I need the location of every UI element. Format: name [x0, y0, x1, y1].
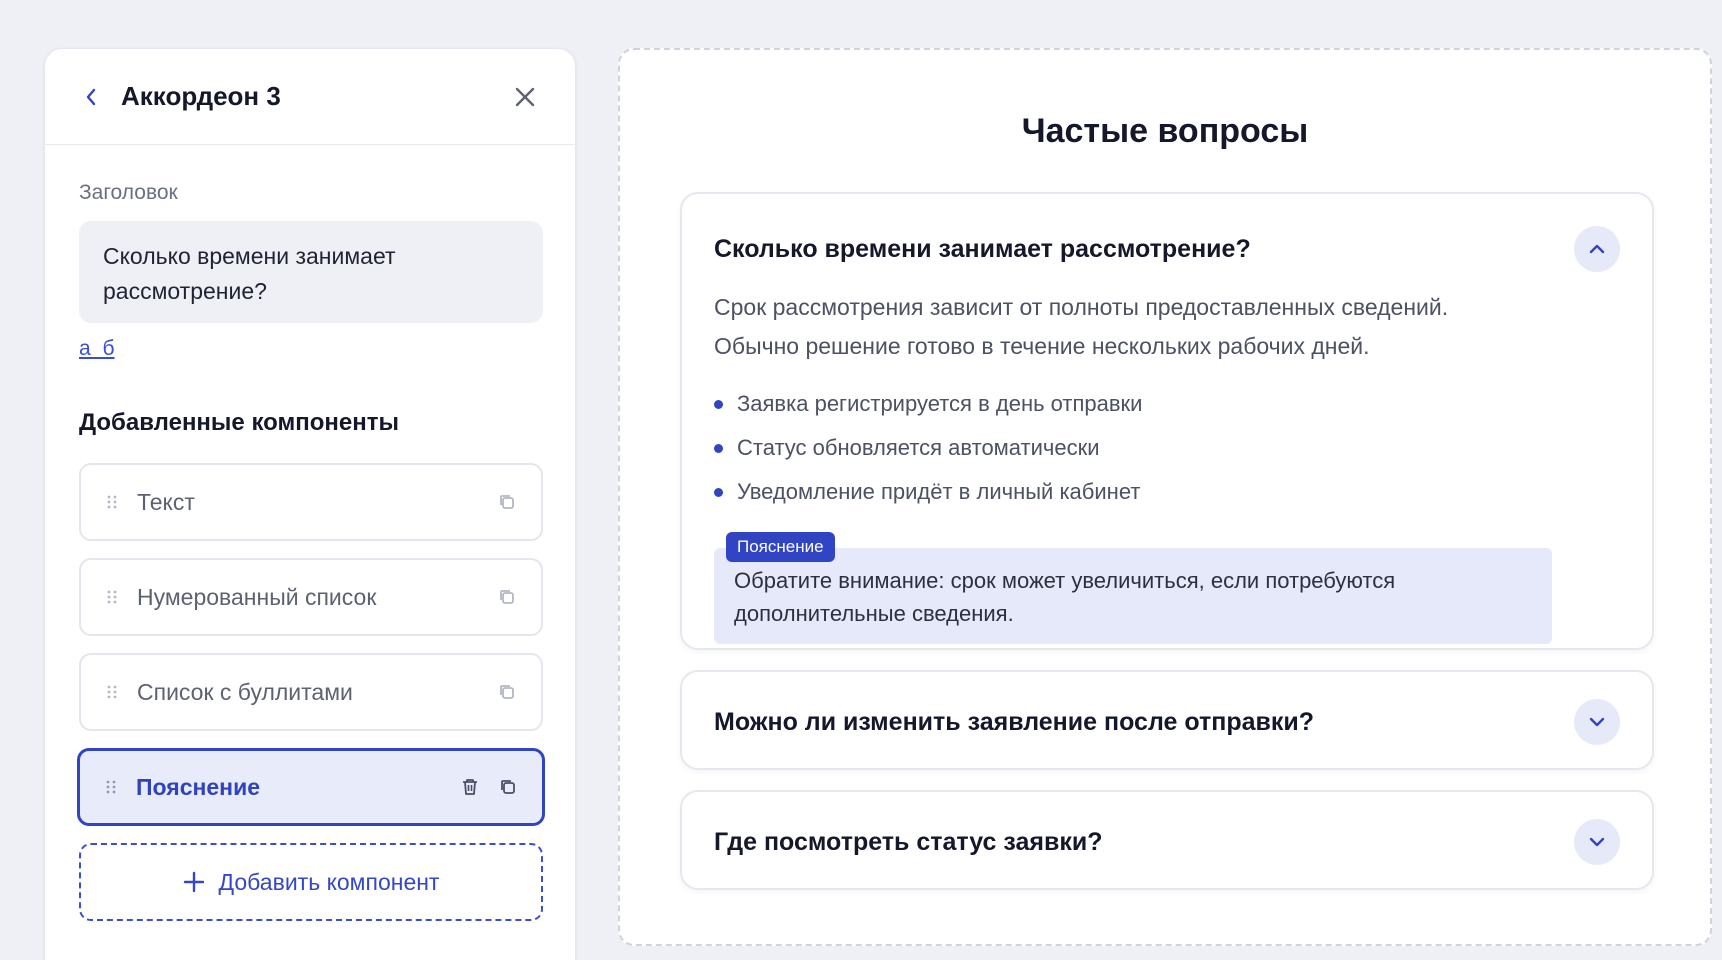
close-icon — [515, 87, 535, 106]
format-link[interactable]: а б — [79, 337, 115, 361]
app-canvas: Аккордеон 3 Заголовок Сколько времени за… — [0, 0, 1722, 960]
component-item-text[interactable]: Текст — [79, 463, 543, 541]
component-label: Список с буллитами — [137, 678, 353, 705]
heading-field-label: Заголовок — [79, 181, 178, 204]
accordion-item[interactable]: Где посмотреть статус заявки? — [680, 790, 1654, 890]
component-label: Пояснение — [136, 773, 260, 800]
bullet-text: Уведомление придёт в личный кабинет — [737, 479, 1141, 504]
add-component-label: Добавить компонент — [218, 868, 440, 895]
back-button[interactable] — [79, 85, 103, 109]
bullet-item: Статус обновляется автоматически — [714, 426, 1620, 470]
bullet-text: Статус обновляется автоматически — [737, 435, 1100, 460]
bullet-dot-icon — [714, 443, 723, 453]
note-block[interactable]: Пояснение Обратите внимание: срок может … — [714, 532, 1552, 644]
editor-body: Заголовок Сколько времени занимает рассм… — [45, 181, 575, 921]
chevron-up-icon — [1589, 244, 1605, 254]
editor-title: Аккордеон 3 — [121, 81, 281, 111]
answer-line: Срок рассмотрения зависит от полноты пре… — [714, 294, 1449, 320]
component-item-numbered-list[interactable]: Нумерованный список — [79, 558, 543, 636]
bullet-item: Уведомление придёт в личный кабинет — [714, 470, 1620, 514]
expand-button[interactable] — [1574, 699, 1620, 745]
accordion-header[interactable]: Сколько времени занимает рассмотрение? — [682, 194, 1652, 302]
heading-input[interactable]: Сколько времени занимает рассмотрение? — [79, 221, 543, 323]
bullet-text: Заявка регистрируется в день отправки — [737, 391, 1143, 416]
accordion-question: Где посмотреть статус заявки? — [714, 827, 1103, 856]
accordion-header[interactable]: Где посмотреть статус заявки? — [682, 792, 1652, 892]
copy-icon[interactable] — [495, 680, 519, 704]
component-item-note[interactable]: Пояснение — [77, 748, 545, 826]
chevron-down-icon — [1589, 717, 1605, 727]
plus-icon — [183, 871, 205, 893]
copy-icon[interactable] — [495, 490, 519, 514]
bullet-dot-icon — [714, 399, 723, 409]
faq-title: Частые вопросы — [1021, 112, 1309, 150]
note-text: Обратите внимание: срок может увеличитьс… — [714, 548, 1552, 644]
drag-handle-icon[interactable] — [104, 778, 118, 796]
preview-canvas: Частые вопросы Сколько времени занимает … — [618, 48, 1712, 946]
editor-header: Аккордеон 3 — [45, 49, 575, 145]
components-list: Текст Нумерованный список Список с булли… — [77, 463, 545, 826]
accordion-question: Сколько времени занимает рассмотрение? — [714, 234, 1251, 263]
component-label: Текст — [137, 488, 195, 515]
answer-line: Обычно решение готово в течение нескольк… — [714, 333, 1370, 359]
editor-panel: Аккордеон 3 Заголовок Сколько времени за… — [44, 48, 576, 960]
component-item-bullet-list[interactable]: Список с буллитами — [79, 653, 543, 731]
accordion-header[interactable]: Можно ли изменить заявление после отправ… — [682, 672, 1652, 772]
chevron-left-icon — [86, 88, 96, 105]
trash-icon[interactable] — [458, 775, 482, 799]
accordion-answer: Срок рассмотрения зависит от полноты пре… — [682, 288, 1652, 366]
drag-handle-icon[interactable] — [105, 493, 119, 511]
close-button[interactable] — [511, 83, 539, 111]
accordion-item-open[interactable]: Сколько времени занимает рассмотрение? С… — [680, 192, 1654, 650]
component-label: Нумерованный список — [137, 583, 377, 610]
bullet-item: Заявка регистрируется в день отправки — [714, 382, 1620, 426]
drag-handle-icon[interactable] — [105, 588, 119, 606]
note-tag: Пояснение — [726, 532, 835, 562]
copy-icon[interactable] — [495, 585, 519, 609]
accordion-item[interactable]: Можно ли изменить заявление после отправ… — [680, 670, 1654, 770]
bullet-list: Заявка регистрируется в день отправки Ст… — [682, 382, 1652, 514]
collapse-button[interactable] — [1574, 226, 1620, 272]
chevron-down-icon — [1589, 837, 1605, 847]
add-component-button[interactable]: Добавить компонент — [79, 843, 543, 921]
copy-icon[interactable] — [496, 775, 520, 799]
components-heading: Добавленные компоненты — [79, 409, 399, 436]
bullet-dot-icon — [714, 487, 723, 497]
expand-button[interactable] — [1574, 819, 1620, 865]
drag-handle-icon[interactable] — [105, 683, 119, 701]
accordion-question: Можно ли изменить заявление после отправ… — [714, 707, 1315, 736]
